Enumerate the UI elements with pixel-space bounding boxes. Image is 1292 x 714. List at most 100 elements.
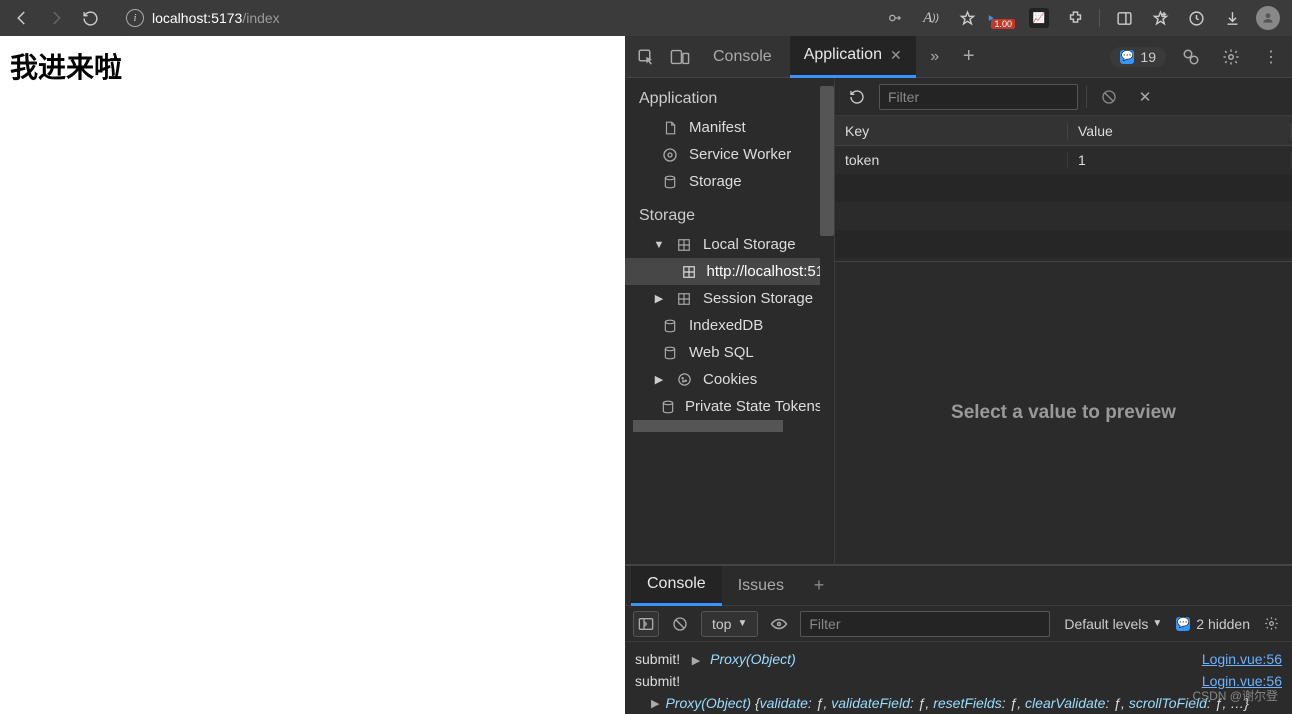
clear-console-icon[interactable] [667,611,693,637]
password-icon[interactable] [879,4,911,32]
cell-key[interactable]: token [835,152,1068,168]
device-icon[interactable] [665,42,695,72]
drawer-tab-console[interactable]: Console [631,566,722,606]
col-value[interactable]: Value [1068,123,1292,139]
sidebar-item-service-worker[interactable]: Service Worker [625,141,834,168]
storage-filter-input[interactable] [879,84,1078,110]
forward-button[interactable] [42,4,70,32]
sidebar-item-local-storage[interactable]: ▼ Local Storage [625,231,834,258]
tab-console[interactable]: Console [699,36,786,78]
section-application: Application [625,78,834,114]
sidebar-label: Service Worker [689,146,791,163]
console-filter-input[interactable] [800,611,1050,637]
expand-icon[interactable]: ▶ [651,697,659,710]
url-text: localhost:5173/index [152,10,280,26]
site-info-icon[interactable]: i [126,9,144,27]
sidebar-item-session-storage[interactable]: ▶ Session Storage [625,285,834,312]
log-levels-select[interactable]: Default levels ▼ [1058,616,1168,632]
chevron-down-icon[interactable]: ▼ [653,239,665,251]
sidebar-vscroll[interactable] [820,78,834,564]
hidden-count: 2 hidden [1196,616,1250,632]
context-select[interactable]: top ▼ [701,611,758,637]
back-button[interactable] [8,4,36,32]
table-row[interactable] [835,202,1292,230]
log-source-link[interactable]: Login.vue:56 [1202,651,1282,667]
ext-badge: 1.00 [991,19,1015,29]
cell-value[interactable]: 1 [1068,152,1292,168]
sidebar-label: Session Storage [703,290,813,307]
scrollbar-thumb[interactable] [820,86,834,236]
tab-application-label: Application [804,46,882,64]
inspect-icon[interactable] [631,42,661,72]
history-icon[interactable] [1180,4,1212,32]
drawer-tabs: Console Issues + [625,566,1292,606]
downloads-icon[interactable] [1216,4,1248,32]
application-sidebar: Application Manifest Service Worker Stor… [625,78,834,564]
devtools-panel: Console Application ✕ » + 💬 19 ⋮ Applica… [625,36,1292,714]
issues-chip[interactable]: 💬 19 [1110,47,1166,67]
sidebar-item-origin[interactable]: http://localhost:5173 [625,258,834,285]
sidebar-item-cookies[interactable]: ▶ Cookies [625,366,834,393]
reading-icon[interactable]: A)) [915,4,947,32]
section-storage: Storage [625,195,834,231]
kebab-icon[interactable]: ⋮ [1256,42,1286,72]
hidden-chip[interactable]: 💬 2 hidden [1176,616,1250,632]
chevron-right-icon[interactable]: ▶ [653,292,665,305]
log-row[interactable]: submit! Login.vue:56 [625,670,1292,692]
drawer-tab-issues[interactable]: Issues [722,566,800,606]
scrollbar-thumb[interactable] [633,420,783,432]
table-row[interactable]: token 1 [835,146,1292,174]
issue-dot-icon: 💬 [1176,617,1190,631]
more-tabs-icon[interactable]: » [920,42,950,72]
log-object[interactable]: Proxy(Object) [710,651,796,667]
url-port: 5173 [211,10,242,26]
expand-icon[interactable]: ▶ [692,655,700,667]
sidebar-toggle-icon[interactable] [633,611,659,637]
ext-graph-icon[interactable]: 📈 [1023,4,1055,32]
sidebar-label: http://localhost:5173 [706,263,822,280]
storage-table-body: token 1 [835,146,1292,261]
breakpoints-icon[interactable] [1176,42,1206,72]
storage-toolbar: ✕ [835,78,1292,116]
live-expression-icon[interactable] [766,611,792,637]
preview-pane: Select a value to preview [835,261,1292,564]
sidebar-item-websql[interactable]: Web SQL [625,339,834,366]
refresh-button[interactable] [76,4,104,32]
gear-icon[interactable] [1258,611,1284,637]
sidebar-label: Private State Tokens [685,398,822,415]
table-row[interactable] [835,174,1292,202]
sidepanel-icon[interactable] [1108,4,1140,32]
profile-avatar[interactable] [1252,4,1284,32]
ext-video-icon[interactable]: 1.00 [987,4,1019,32]
sidebar-item-private-state[interactable]: Private State Tokens ▾ [625,393,834,420]
clear-icon[interactable] [1095,83,1123,111]
settings-icon[interactable] [1216,42,1246,72]
refresh-icon[interactable] [843,83,871,111]
browser-toolbar: i localhost:5173/index A)) 1.00 📈 [0,0,1292,36]
sidebar-item-storage[interactable]: Storage [625,168,834,195]
delete-icon[interactable]: ✕ [1131,83,1159,111]
col-key[interactable]: Key [835,123,1068,139]
sidebar-item-manifest[interactable]: Manifest [625,114,834,141]
log-row[interactable]: submit! ▶ Proxy(Object) Login.vue:56 [625,648,1292,670]
sidebar-item-indexeddb[interactable]: IndexedDB [625,312,834,339]
extensions-icon[interactable] [1059,4,1091,32]
cookie-icon [675,372,693,387]
proxy-expand[interactable]: Proxy(Object) {validate: ƒ, validateFiel… [665,695,1248,711]
preview-message: Select a value to preview [951,402,1176,424]
favorites-bar-icon[interactable] [1144,4,1176,32]
chevron-right-icon[interactable]: ▶ [653,373,665,386]
favorite-icon[interactable] [951,4,983,32]
drawer-tab-label: Issues [738,577,784,595]
log-row[interactable]: ▶ Proxy(Object) {validate: ƒ, validateFi… [625,692,1292,714]
chevron-down-icon: ▼ [737,618,747,629]
tab-application[interactable]: Application ✕ [790,36,916,78]
log-source-link[interactable]: Login.vue:56 [1202,673,1282,689]
address-bar[interactable]: i localhost:5173/index [116,3,867,33]
add-tab-icon[interactable]: + [954,42,984,72]
table-row[interactable] [835,230,1292,258]
tab-close-icon[interactable]: ✕ [890,47,902,64]
page-heading: 我进来啦 [10,46,615,86]
sidebar-hscroll[interactable] [625,420,834,432]
add-drawer-tab-icon[interactable]: + [806,575,832,596]
